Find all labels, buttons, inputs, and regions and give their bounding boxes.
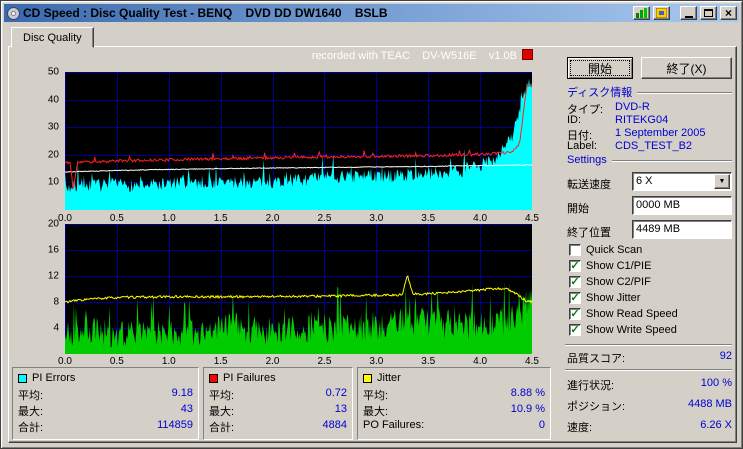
end-position-input[interactable]: 4489 MB: [632, 220, 732, 239]
quality-score-row: 品質スコア: 92: [567, 350, 732, 365]
checkbox-show-c1-pie[interactable]: ✓ Show C1/PIE: [569, 259, 651, 272]
checkbox-show-c2-pif[interactable]: ✓ Show C2/PIF: [569, 275, 651, 288]
checkbox-label: Quick Scan: [586, 243, 643, 256]
jitter-color-chip: [363, 373, 372, 383]
pi-errors-max-row: 最大: 43: [18, 403, 193, 418]
pi-failures-color-chip: [209, 373, 218, 383]
app-window: CD Speed : Disc Quality Test - BENQ DVD …: [0, 0, 743, 449]
speed-row: 速度: 6.26 X: [567, 419, 732, 434]
pi-errors-total-row: 合計: 114859: [18, 419, 193, 434]
checkbox-box[interactable]: [569, 243, 581, 256]
checkbox-label: Show C2/PIF: [586, 275, 651, 288]
pi-failures-chart: [64, 224, 533, 355]
red-marker-badge: [522, 49, 533, 60]
pi-failures-total-row: 合計: 4884: [209, 419, 347, 434]
end-position-label: 終了位置: [567, 227, 611, 239]
checkbox-box[interactable]: ✓: [569, 291, 581, 304]
pi-failures-max-row: 最大: 13: [209, 403, 347, 418]
title-bar[interactable]: CD Speed : Disc Quality Test - BENQ DVD …: [4, 4, 739, 22]
disc-id-row: ID: RITEKG04: [567, 114, 669, 126]
checkbox-show-write-speed[interactable]: ✓ Show Write Speed: [569, 323, 677, 336]
checkbox-show-read-speed[interactable]: ✓ Show Read Speed: [569, 307, 678, 320]
progress-row: 進行状況: 100 %: [567, 377, 732, 392]
pi-errors-panel: PI Errors 平均: 9.18 最大: 43 合計: 114859: [12, 367, 199, 440]
speed-select-value: 6 X: [636, 175, 653, 187]
exit-button[interactable]: 終了(X): [641, 57, 732, 79]
separator: [565, 369, 732, 371]
recorder-info-line: recorded with TEAC DV-W516E v1.0B: [311, 50, 517, 62]
disc-type-row: タイプ: DVD-R: [567, 101, 650, 116]
start-position-label: 開始: [567, 203, 589, 215]
checkbox-quick-scan[interactable]: Quick Scan: [569, 243, 642, 256]
checkbox-label: Show C1/PIE: [586, 259, 652, 272]
disc-quality-page: recorded with TEAC DV-W516E v1.0B 50 40 …: [8, 46, 737, 443]
pi-errors-average-row: 平均: 9.18: [18, 387, 193, 402]
checkbox-label: Show Read Speed: [586, 307, 678, 320]
pi-errors-panel-title: PI Errors: [32, 372, 76, 384]
checkbox-label: Show Jitter: [586, 291, 641, 304]
position-row: ポジション: 4488 MB: [567, 398, 732, 413]
jitter-max-row: 最大: 10.9 %: [363, 403, 545, 418]
speed-select[interactable]: 6 X ▼: [632, 172, 732, 191]
minimize-button[interactable]: [680, 6, 697, 20]
disc-date-row: 日付: 1 September 2005: [567, 127, 706, 142]
close-button[interactable]: ×: [720, 6, 737, 20]
bottom-chart-y-axis: 20 16 12 8 4: [47, 218, 59, 334]
pi-errors-color-chip: [18, 373, 27, 383]
window-title: CD Speed : Disc Quality Test - BENQ DVD …: [23, 6, 388, 20]
disc-info-header: ディスク情報: [567, 86, 732, 99]
start-button[interactable]: 開始: [567, 57, 633, 79]
pi-errors-chart: [64, 72, 533, 211]
settings-header: Settings: [567, 154, 732, 166]
start-position-input[interactable]: 0000 MB: [632, 196, 732, 215]
pi-failures-average-row: 平均: 0.72: [209, 387, 347, 402]
maximize-button[interactable]: [700, 6, 717, 20]
separator: [565, 344, 732, 346]
jitter-panel-title: Jitter: [377, 372, 401, 384]
checkbox-box[interactable]: ✓: [569, 275, 581, 288]
checkbox-box[interactable]: ✓: [569, 259, 581, 272]
chart-icon-button[interactable]: [633, 6, 650, 20]
tab-label: Disc Quality: [23, 31, 82, 44]
chevron-down-icon[interactable]: ▼: [714, 174, 730, 189]
checkbox-box[interactable]: ✓: [569, 323, 581, 336]
jitter-average-row: 平均: 8.88 %: [363, 387, 545, 402]
pi-failures-panel: PI Failures 平均: 0.72 最大: 13 合計: 4884: [203, 367, 353, 440]
disc-icon-button[interactable]: [653, 6, 670, 20]
disc-label-row: Label: CDS_TEST_B2: [567, 140, 693, 152]
checkbox-label: Show Write Speed: [586, 323, 677, 336]
tab-disc-quality[interactable]: Disc Quality: [11, 27, 94, 48]
speed-label: 転送速度: [567, 179, 611, 191]
checkbox-box[interactable]: ✓: [569, 307, 581, 320]
po-failures-row: PO Failures: 0: [363, 419, 545, 431]
checkbox-show-jitter[interactable]: ✓ Show Jitter: [569, 291, 640, 304]
app-icon: [6, 6, 20, 20]
jitter-panel: Jitter 平均: 8.88 % 最大: 10.9 % PO Failures: 0: [357, 367, 551, 440]
top-chart-y-axis: 50 40 30 20 10: [47, 66, 59, 188]
pi-failures-panel-title: PI Failures: [223, 372, 276, 384]
